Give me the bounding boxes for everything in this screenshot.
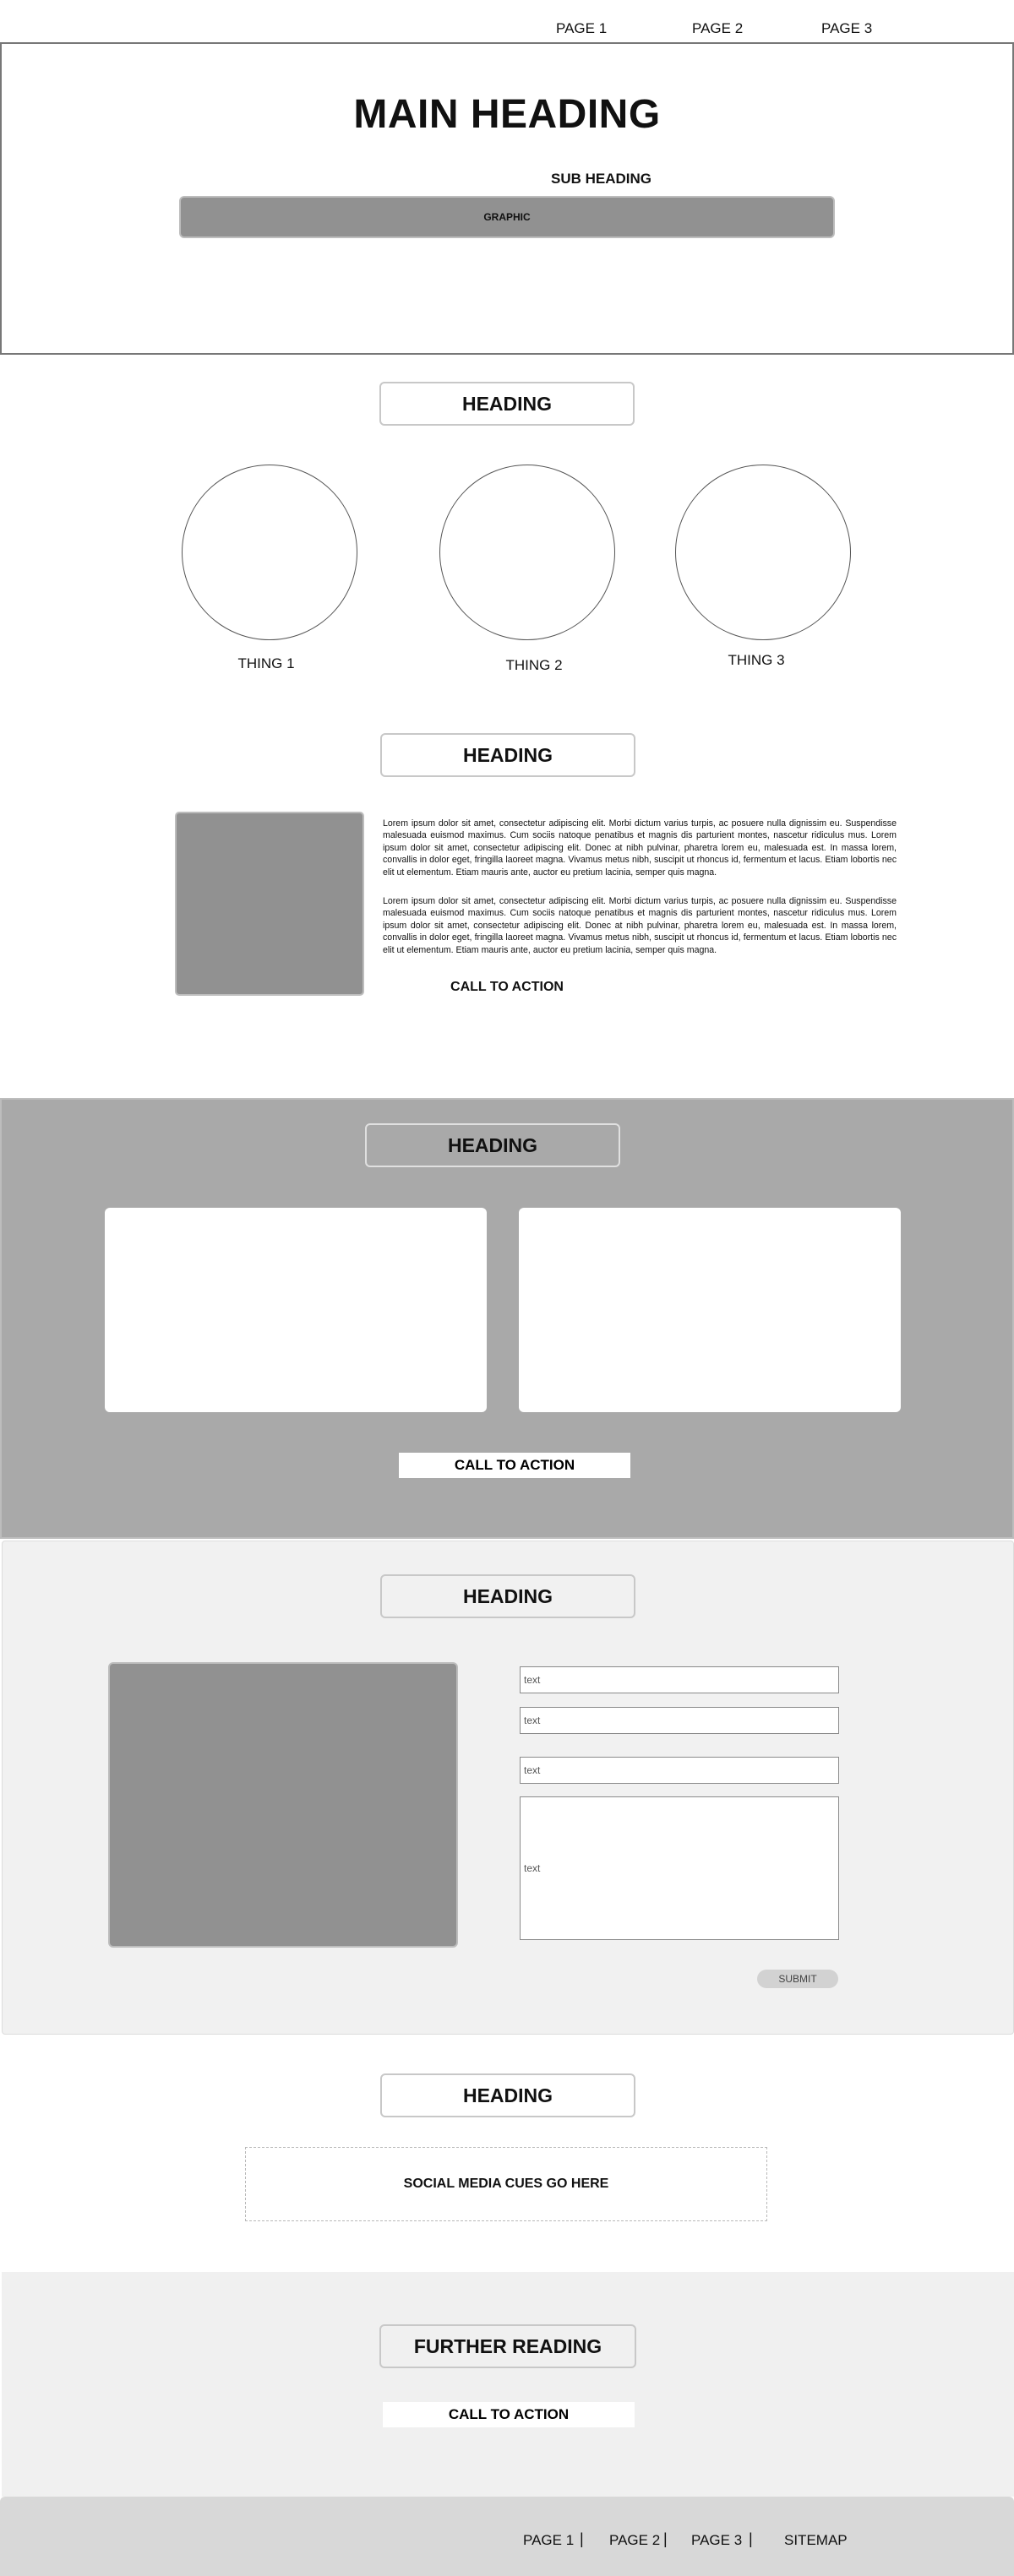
contact-heading: HEADING <box>380 1574 635 1618</box>
thing-2-label: THING 2 <box>505 657 563 673</box>
thing-3-image <box>675 465 851 640</box>
contact-image-placeholder <box>108 1662 458 1948</box>
footer-page-3-link[interactable]: PAGE 3 <box>691 2532 742 2549</box>
footer-separator: | <box>663 2530 668 2547</box>
text-field-1-placeholder: text <box>524 1674 541 1686</box>
footer-page-2-link[interactable]: PAGE 2 <box>609 2532 660 2549</box>
content-card-1 <box>105 1208 487 1412</box>
further-reading-call-to-action-button[interactable]: CALL TO ACTION <box>383 2402 635 2427</box>
further-reading-heading: FURTHER READING <box>379 2324 636 2368</box>
cards-call-to-action-button[interactable]: CALL TO ACTION <box>399 1453 630 1478</box>
nav-page-1-link[interactable]: PAGE 1 <box>556 20 607 37</box>
hero-graphic-placeholder: GRAPHIC <box>179 196 835 238</box>
footer-separator: | <box>749 2530 753 2547</box>
submit-button[interactable]: SUBMIT <box>757 1970 838 1988</box>
content-card-2 <box>519 1208 901 1412</box>
text-field-2[interactable]: text <box>520 1707 839 1734</box>
social-media-placeholder: SOCIAL MEDIA CUES GO HERE <box>245 2147 767 2221</box>
thing-1-label: THING 1 <box>237 655 295 671</box>
message-textarea-placeholder: text <box>524 1862 541 1874</box>
message-textarea[interactable]: text <box>520 1796 839 1940</box>
cards-heading: HEADING <box>365 1123 620 1167</box>
further-reading-section <box>2 2272 1014 2497</box>
footer-sitemap-link[interactable]: SITEMAP <box>784 2532 848 2549</box>
social-media-placeholder-text: SOCIAL MEDIA CUES GO HERE <box>403 2177 609 2191</box>
nav-page-3-link[interactable]: PAGE 3 <box>821 20 872 37</box>
text-field-3[interactable]: text <box>520 1757 839 1784</box>
about-image-placeholder <box>175 812 364 996</box>
graphic-label: GRAPHIC <box>483 211 531 223</box>
nav-page-2-link[interactable]: PAGE 2 <box>692 20 743 37</box>
thing-1-image <box>182 465 357 640</box>
main-heading: MAIN HEADING <box>353 92 661 137</box>
footer-page-1-link[interactable]: PAGE 1 <box>523 2532 574 2549</box>
sub-heading: SUB HEADING <box>551 171 652 187</box>
features-heading: HEADING <box>379 382 635 426</box>
thing-2-image <box>439 465 615 640</box>
footer-separator: | <box>580 2530 584 2547</box>
about-paragraph-1: Lorem ipsum dolor sit amet, consectetur … <box>383 818 897 878</box>
text-field-1[interactable]: text <box>520 1666 839 1693</box>
text-field-3-placeholder: text <box>524 1764 541 1776</box>
about-paragraph-2: Lorem ipsum dolor sit amet, consectetur … <box>383 896 897 955</box>
text-field-2-placeholder: text <box>524 1715 541 1726</box>
social-heading: HEADING <box>380 2073 635 2117</box>
about-heading: HEADING <box>380 733 635 777</box>
thing-3-label: THING 3 <box>728 652 785 668</box>
footer <box>0 2497 1014 2576</box>
about-call-to-action-link[interactable]: CALL TO ACTION <box>406 980 608 995</box>
